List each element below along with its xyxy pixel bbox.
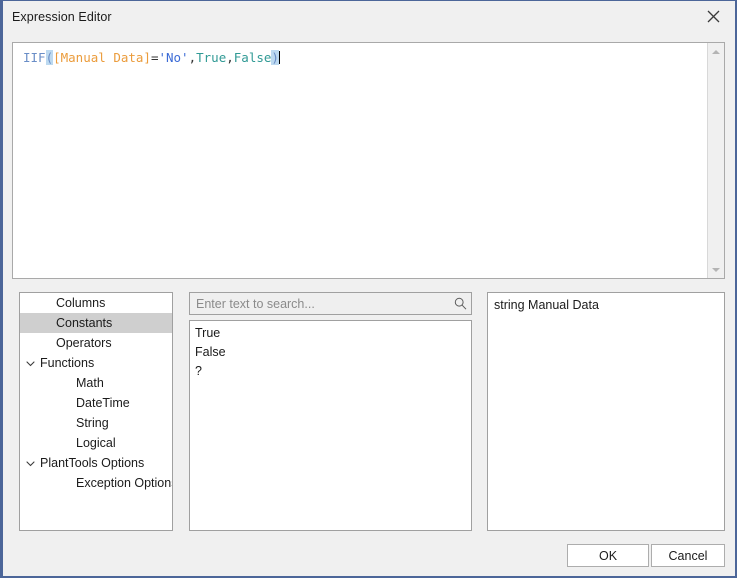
editor-vertical-scrollbar[interactable] — [707, 43, 724, 278]
tree-item-label: PlantTools Options — [40, 456, 145, 470]
tree-item-label: Logical — [76, 436, 116, 450]
tree-item-label: Functions — [40, 356, 95, 370]
list-item-label: ? — [195, 363, 202, 378]
expression-text-area[interactable]: IIF([Manual Data]='No',True,False) — [13, 43, 707, 278]
scroll-down-arrow-icon — [712, 267, 720, 272]
tree-item-constants[interactable]: Constants — [20, 313, 172, 333]
tree-item-label: DateTime — [76, 396, 130, 410]
tree-item-label: Columns — [56, 296, 106, 310]
list-item-label: False — [195, 344, 226, 359]
token-close-paren: ) — [271, 50, 279, 65]
scrollbar-track[interactable] — [708, 60, 724, 261]
scroll-down-button[interactable] — [708, 261, 724, 278]
tree-item-datetime[interactable]: DateTime — [20, 393, 172, 413]
token-column: [Manual Data] — [53, 50, 151, 65]
search-icon[interactable] — [449, 297, 471, 310]
tree-item-columns[interactable]: Columns — [20, 293, 172, 313]
list-item[interactable]: ? — [190, 361, 471, 380]
expression-editor-field[interactable]: IIF([Manual Data]='No',True,False) — [12, 42, 725, 279]
token-false: False — [233, 50, 272, 65]
text-caret — [278, 51, 280, 64]
list-item-label: True — [195, 325, 221, 340]
expression-editor-window: Expression Editor IIF([Manual Data]='No'… — [0, 0, 737, 578]
tree-item-label: String — [76, 416, 109, 430]
list-item[interactable]: False — [190, 342, 471, 361]
tree-item-logical[interactable]: Logical — [20, 433, 172, 453]
tree-item-string[interactable]: String — [20, 413, 172, 433]
token-string: 'No' — [158, 50, 189, 65]
tree-item-functions[interactable]: Functions — [20, 353, 172, 373]
search-field[interactable]: Enter text to search... — [189, 292, 472, 315]
tree-item-label: Operators — [56, 336, 112, 350]
chevron-down-icon[interactable] — [22, 359, 39, 368]
close-button[interactable] — [691, 1, 735, 32]
token-comma-2: , — [226, 50, 234, 65]
description-panel: string Manual Data — [487, 292, 725, 531]
category-tree-panel[interactable]: Columns Constants Operators Functions Math Da… — [19, 292, 173, 531]
ok-button[interactable]: OK — [567, 544, 649, 567]
tree-item-planttools-options[interactable]: PlantTools Options — [20, 453, 172, 473]
token-comma-1: , — [188, 50, 197, 65]
token-function: IIF — [23, 50, 46, 65]
tree-item-label: Exception Options — [76, 476, 173, 490]
expression-code-line: IIF([Manual Data]='No',True,False) — [23, 50, 702, 66]
item-list-panel[interactable]: True False? — [189, 320, 472, 531]
tree-item-operators[interactable]: Operators — [20, 333, 172, 353]
search-input[interactable]: Enter text to search... — [190, 297, 449, 311]
token-true: True — [196, 50, 227, 65]
scroll-up-button[interactable] — [708, 43, 724, 60]
window-title: Expression Editor — [12, 10, 112, 24]
title-bar: Expression Editor — [3, 1, 735, 33]
cancel-button[interactable]: Cancel — [651, 544, 725, 567]
tree-item-label: Constants — [56, 316, 113, 330]
scroll-up-arrow-icon — [712, 49, 720, 54]
list-item[interactable]: True — [190, 323, 471, 342]
tree-item-exception-options[interactable]: Exception Options — [20, 473, 172, 493]
tree-item-label: Math — [76, 376, 104, 390]
token-open-paren: ( — [45, 50, 54, 65]
tree-item-math[interactable]: Math — [20, 373, 172, 393]
chevron-down-icon[interactable] — [22, 459, 39, 468]
description-text: string Manual Data — [494, 298, 599, 312]
close-icon — [707, 10, 720, 23]
